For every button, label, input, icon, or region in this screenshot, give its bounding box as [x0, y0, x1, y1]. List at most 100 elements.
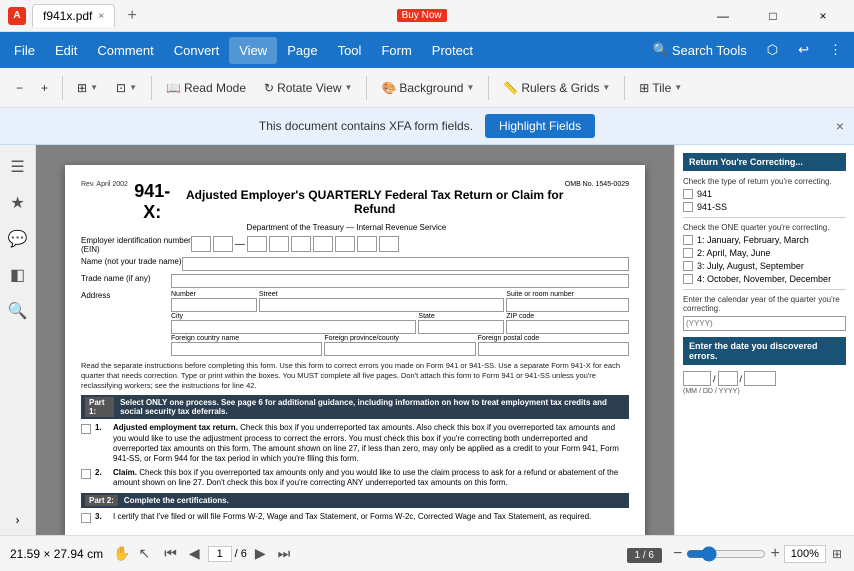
quarter-2-checkbox[interactable]	[683, 248, 693, 258]
zoom-in-button[interactable]: +	[33, 76, 56, 100]
fit-page-button[interactable]: ⊞	[830, 545, 844, 563]
notification-bar: This document contains XFA form fields. …	[0, 108, 854, 145]
foreign-postal-input[interactable]	[478, 342, 629, 356]
menu-view[interactable]: View	[229, 37, 277, 64]
ein-field-6[interactable]	[313, 236, 333, 252]
ein-field-5[interactable]	[291, 236, 311, 252]
select-tool-button[interactable]: ↖	[137, 543, 153, 564]
menu-file[interactable]: File	[4, 37, 45, 64]
ein-input[interactable]: —	[191, 236, 629, 252]
zoom-out-bottom-button[interactable]: −	[673, 545, 682, 563]
zoom-slider[interactable]	[686, 546, 766, 562]
calendar-year-input[interactable]	[683, 316, 846, 331]
read-mode-label: Read Mode	[184, 81, 246, 95]
sidebar-item-search[interactable]: 🔍	[4, 297, 32, 325]
read-mode-button[interactable]: 📖 Read Mode	[158, 76, 254, 100]
name-input[interactable]	[182, 257, 630, 271]
sidebar-item-comment[interactable]: 💬	[4, 225, 32, 253]
tool-icons: ✋ ↖	[111, 543, 152, 564]
ein-field-4[interactable]	[269, 236, 289, 252]
menu-page[interactable]: Page	[277, 37, 327, 64]
zip-label: ZIP code	[506, 313, 629, 320]
sidebar-collapse-btn[interactable]: ›	[16, 513, 20, 527]
quarter-3-checkbox[interactable]	[683, 261, 693, 271]
checkbox-941-box[interactable]	[683, 189, 693, 199]
current-page-input[interactable]	[208, 546, 232, 562]
bottom-bar: 21.59 × 27.94 cm ✋ ↖ ⏮ ◀ / 6 ▶ ⏭ − + 100…	[0, 535, 854, 571]
titlebar-tab[interactable]: f941x.pdf ×	[32, 4, 115, 27]
minimize-button[interactable]: —	[700, 0, 746, 32]
item-1-checkbox[interactable]	[81, 424, 91, 434]
external-link-button[interactable]: ⬡	[759, 38, 786, 62]
titlebar-left: A f941x.pdf × +	[8, 4, 143, 27]
ein-field-8[interactable]	[357, 236, 377, 252]
date-dd-input[interactable]	[718, 371, 738, 386]
zoom-out-button[interactable]: −	[8, 76, 31, 100]
back-button[interactable]: ↩	[790, 38, 817, 62]
background-button[interactable]: 🎨 Background ▼	[373, 76, 482, 100]
foreign-province-input[interactable]	[324, 342, 475, 356]
item-3-checkbox[interactable]	[81, 513, 91, 523]
zip-input[interactable]	[506, 320, 629, 334]
last-page-button[interactable]: ⏭	[274, 543, 295, 564]
number-input[interactable]	[171, 298, 257, 312]
quarter-1-row: 1: January, February, March	[683, 235, 846, 245]
foreign-country-input[interactable]	[171, 342, 322, 356]
buy-now-badge[interactable]: Buy Now	[397, 9, 447, 22]
prev-page-button[interactable]: ◀	[185, 543, 204, 564]
ein-field-7[interactable]	[335, 236, 355, 252]
form-dept: Department of the Treasury — Internal Re…	[128, 223, 565, 232]
hand-tool-button[interactable]: ✋	[111, 543, 132, 564]
sidebar-item-menu[interactable]: ☰	[4, 153, 32, 181]
menu-convert[interactable]: Convert	[164, 37, 230, 64]
menu-protect[interactable]: Protect	[422, 37, 483, 64]
next-page-button[interactable]: ▶	[251, 543, 270, 564]
trade-name-input[interactable]	[171, 274, 629, 288]
menu-tool[interactable]: Tool	[328, 37, 372, 64]
ein-field-2[interactable]	[213, 236, 233, 252]
tile-button[interactable]: ⊞ Tile ▼	[631, 76, 690, 100]
view-options-button[interactable]: ⊞ ▼	[69, 76, 106, 100]
zoom-in-icon: +	[41, 81, 48, 95]
street-input[interactable]	[259, 298, 504, 312]
part1-header: Part 1: Select ONLY one process. See pag…	[81, 395, 629, 419]
ein-field-1[interactable]	[191, 236, 211, 252]
ein-field-3[interactable]	[247, 236, 267, 252]
menu-edit[interactable]: Edit	[45, 37, 87, 64]
rulers-grids-button[interactable]: 📏 Rulers & Grids ▼	[495, 76, 618, 100]
page-badge: 1 / 6	[627, 548, 662, 563]
highlight-fields-button[interactable]: Highlight Fields	[485, 114, 595, 138]
notification-close-icon[interactable]: ×	[836, 118, 844, 134]
menu-form[interactable]: Form	[371, 37, 421, 64]
more-button[interactable]: ⋮	[821, 38, 850, 62]
add-tab-button[interactable]: +	[121, 5, 143, 27]
state-input[interactable]	[418, 320, 504, 334]
state-label: State	[418, 313, 504, 320]
search-tools-button[interactable]: 🔍 Search Tools	[645, 38, 755, 62]
form-omb: OMB No. 1545-0029	[565, 181, 629, 188]
screen-options-button[interactable]: ⊡ ▼	[108, 76, 145, 100]
separator-2	[151, 76, 152, 100]
checkbox-941ss-box[interactable]	[683, 202, 693, 212]
maximize-button[interactable]: □	[750, 0, 796, 32]
close-window-button[interactable]: ×	[800, 0, 846, 32]
first-page-button[interactable]: ⏮	[160, 543, 181, 564]
page-indicator-row: / 6	[208, 546, 247, 562]
tile-dropdown-arrow: ▼	[674, 83, 682, 92]
sidebar-item-pages[interactable]: ◧	[4, 261, 32, 289]
date-mm-input[interactable]	[683, 371, 711, 386]
menu-comment[interactable]: Comment	[87, 37, 163, 64]
item-2-checkbox[interactable]	[81, 469, 91, 479]
close-tab-icon[interactable]: ×	[98, 11, 104, 22]
zoom-level-display[interactable]: 100%	[784, 545, 826, 563]
zoom-in-bottom-button[interactable]: +	[770, 545, 779, 563]
suite-input[interactable]	[506, 298, 629, 312]
sidebar-item-bookmark[interactable]: ★	[4, 189, 32, 217]
ein-field-9[interactable]	[379, 236, 399, 252]
rotate-view-button[interactable]: ↻ Rotate View ▼	[256, 76, 360, 100]
quarter-1-checkbox[interactable]	[683, 235, 693, 245]
quarter-4-checkbox[interactable]	[683, 274, 693, 284]
date-yyyy-input[interactable]	[744, 371, 776, 386]
city-input[interactable]	[171, 320, 416, 334]
date-inputs: / /	[683, 371, 846, 386]
